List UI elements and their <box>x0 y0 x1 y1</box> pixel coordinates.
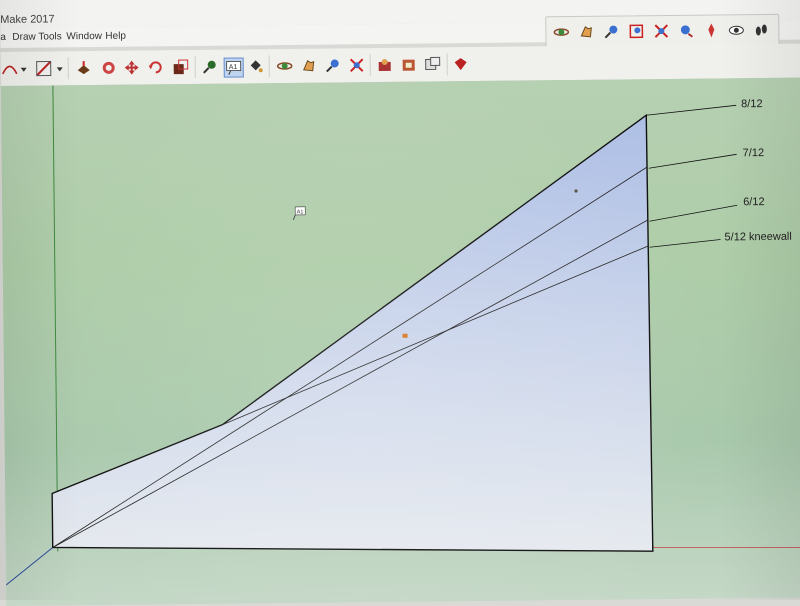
push-pull-icon[interactable] <box>75 59 93 77</box>
model-canvas: 8/12 7/12 6/12 5/12 kneewall A1 <box>5 85 800 586</box>
extension-warehouse-icon[interactable] <box>400 56 418 74</box>
leader-6-12 <box>649 204 738 222</box>
drawing-viewport[interactable]: 8/12 7/12 6/12 5/12 kneewall A1 <box>0 77 800 606</box>
shape-icon[interactable] <box>35 59 53 77</box>
previous-view-icon[interactable] <box>677 22 695 40</box>
position-camera-icon[interactable] <box>702 21 720 39</box>
label-5-12-kneewall[interactable]: 5/12 kneewall <box>724 231 791 244</box>
ruby-icon[interactable] <box>452 55 470 73</box>
zoom-extents-icon[interactable] <box>652 22 670 40</box>
zoom-icon[interactable] <box>602 23 620 41</box>
pan-icon[interactable] <box>577 23 595 41</box>
menu-edit-partial[interactable]: a <box>0 32 6 43</box>
sketchup-window: Make 2017 a Draw Tools Window Help A1 8/… <box>0 0 800 606</box>
orbit-icon[interactable] <box>552 23 570 41</box>
arc-icon[interactable] <box>1 60 19 78</box>
zoom-icon[interactable] <box>324 56 342 74</box>
window-title: Make 2017 <box>0 13 55 26</box>
toolbar-separator <box>369 54 371 77</box>
cursor-label: A1 <box>297 209 304 215</box>
leader-7-12 <box>648 153 737 169</box>
tape-measure-icon[interactable] <box>201 58 219 76</box>
layout-icon[interactable] <box>424 55 442 73</box>
scale-icon[interactable] <box>172 58 190 76</box>
green-axis <box>52 85 59 552</box>
chevron-down-icon[interactable] <box>20 60 28 78</box>
paint-bucket-icon[interactable] <box>247 57 265 75</box>
follow-me-icon[interactable] <box>100 59 118 77</box>
text-tool-glyph: A1 <box>229 64 238 71</box>
walk-icon[interactable] <box>752 21 770 39</box>
menu-window[interactable]: Window <box>66 31 102 42</box>
gable-face[interactable] <box>48 113 654 557</box>
text-tool-cursor: A1 <box>292 206 306 221</box>
label-6-12[interactable]: 6/12 <box>743 196 765 208</box>
toolbar-separator <box>194 55 196 78</box>
camera-toolbar <box>545 13 780 49</box>
menu-draw[interactable]: Draw <box>12 32 35 43</box>
toolbar-separator <box>67 57 69 80</box>
menu-tools[interactable]: Tools <box>38 31 61 42</box>
toolbar-separator <box>446 53 448 76</box>
label-8-12[interactable]: 8/12 <box>741 98 763 110</box>
look-around-icon[interactable] <box>727 21 745 39</box>
leader-8-12 <box>646 104 737 116</box>
toolbar-separator <box>268 55 270 78</box>
zoom-extents-icon[interactable] <box>348 56 366 74</box>
rotate-icon[interactable] <box>147 58 165 76</box>
blue-axis <box>5 547 54 586</box>
orbit-icon[interactable] <box>276 57 294 75</box>
menu-help[interactable]: Help <box>105 31 126 42</box>
pan-icon[interactable] <box>300 57 318 75</box>
leader-5-12 <box>649 239 721 248</box>
label-7-12[interactable]: 7/12 <box>743 147 765 159</box>
zoom-window-icon[interactable] <box>627 22 645 40</box>
move-icon[interactable] <box>123 59 141 77</box>
chevron-down-icon[interactable] <box>56 59 64 77</box>
warehouse-icon[interactable] <box>376 56 394 74</box>
inference-point <box>402 333 408 338</box>
text-icon[interactable]: A1 <box>223 57 244 78</box>
